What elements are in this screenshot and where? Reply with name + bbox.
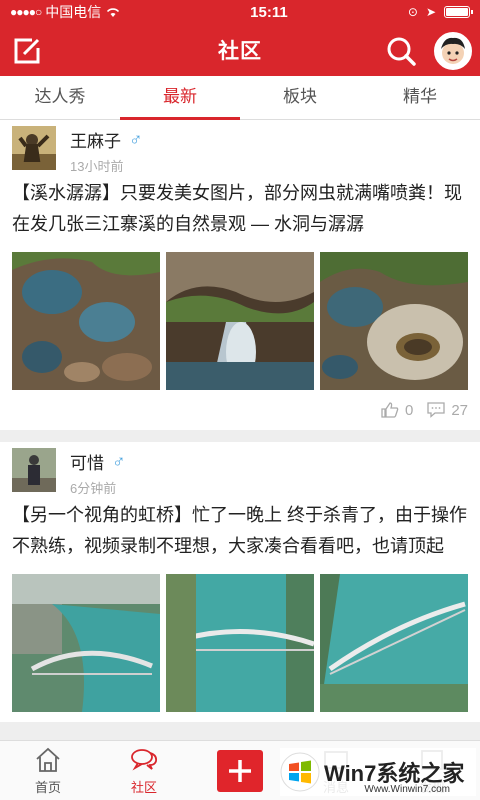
home-icon (36, 747, 60, 772)
post-text[interactable]: 【另一个视角的虹桥】忙了一晚上 终于杀青了，由于操作不熟练，视频录制不理想，大家… (12, 500, 468, 562)
post-username[interactable]: 可惜 (70, 449, 104, 474)
post-image[interactable] (166, 574, 314, 712)
post-image[interactable] (12, 252, 160, 390)
watermark-url: Www.Winwin7.com (364, 784, 450, 795)
plus-icon (229, 759, 251, 782)
wifi-icon (107, 8, 120, 17)
tab-featured[interactable]: 精华 (360, 76, 480, 119)
lock-rotation-icon: ⊙ (407, 5, 418, 19)
bottom-tab-post[interactable] (192, 741, 288, 800)
status-bar: ●●●●○ 中国电信 15:11 ⊙ ➤ (0, 0, 480, 24)
page-title: 社区 (218, 40, 262, 63)
post-image[interactable] (320, 574, 468, 712)
post-avatar[interactable] (12, 448, 56, 492)
tab-bar: 达人秀 最新 板块 精华 (0, 76, 480, 120)
male-icon: ♂ (112, 451, 126, 471)
post-image-grid (12, 252, 468, 390)
edit-icon[interactable] (12, 36, 42, 66)
carrier-label: 中国电信 (45, 4, 102, 20)
post-time: 6分钟前 (70, 481, 117, 496)
bottom-tab-community[interactable]: 社区 (96, 741, 192, 800)
post-header: 可惜 ♂ 6分钟前 (12, 446, 468, 496)
windows-logo-icon (280, 752, 320, 792)
battery-icon (444, 6, 473, 18)
tab-experts[interactable]: 达人秀 (0, 76, 120, 119)
like-count: 0 (404, 401, 414, 419)
male-icon: ♂ (129, 129, 143, 149)
post-image-grid (12, 574, 468, 712)
location-icon: ➤ (425, 5, 436, 19)
post-username[interactable]: 王麻子 (70, 127, 121, 152)
tab-boards[interactable]: 板块 (240, 76, 360, 119)
signal-icon: ●●●●○ (10, 5, 42, 19)
post-card[interactable]: 王麻子 ♂ 13小时前 【溪水潺潺】只要发美女图片，部分网虫就满嘴喷粪！现在发几… (0, 120, 480, 430)
comment-button[interactable]: 27 (427, 402, 468, 419)
post-image[interactable] (320, 252, 468, 390)
like-button[interactable]: 0 (381, 402, 413, 419)
comment-icon (427, 402, 445, 418)
post-actions: 0 27 (12, 400, 468, 420)
post-header: 王麻子 ♂ 13小时前 (12, 124, 468, 174)
user-avatar[interactable] (434, 32, 472, 70)
bottom-tab-community-label: 社区 (130, 779, 157, 795)
post-feed: 王麻子 ♂ 13小时前 【溪水潺潺】只要发美女图片，部分网虫就满嘴喷粪！现在发几… (0, 120, 480, 740)
bottom-tab-home[interactable]: 首页 (0, 741, 96, 800)
search-icon[interactable] (386, 36, 416, 66)
status-time: 15:11 (250, 3, 288, 21)
post-time: 13小时前 (70, 159, 124, 174)
thumbs-up-icon (381, 402, 399, 418)
post-text[interactable]: 【溪水潺潺】只要发美女图片，部分网虫就满嘴喷粪！现在发几张三江寨溪的自然景观 —… (12, 178, 468, 240)
post-card[interactable]: 可惜 ♂ 6分钟前 【另一个视角的虹桥】忙了一晚上 终于杀青了，由于操作不熟练，… (0, 442, 480, 722)
site-watermark: Win7系统之家 Www.Winwin7.com (280, 748, 476, 796)
chat-bubbles-icon (131, 748, 158, 770)
post-image[interactable] (166, 252, 314, 390)
nav-bar: 社区 (0, 24, 480, 76)
post-avatar[interactable] (12, 126, 56, 170)
new-post-button[interactable] (217, 749, 263, 792)
bottom-tab-home-label: 首页 (34, 779, 61, 795)
post-image[interactable] (12, 574, 160, 712)
tab-latest[interactable]: 最新 (120, 76, 240, 120)
comment-count: 27 (451, 401, 468, 419)
